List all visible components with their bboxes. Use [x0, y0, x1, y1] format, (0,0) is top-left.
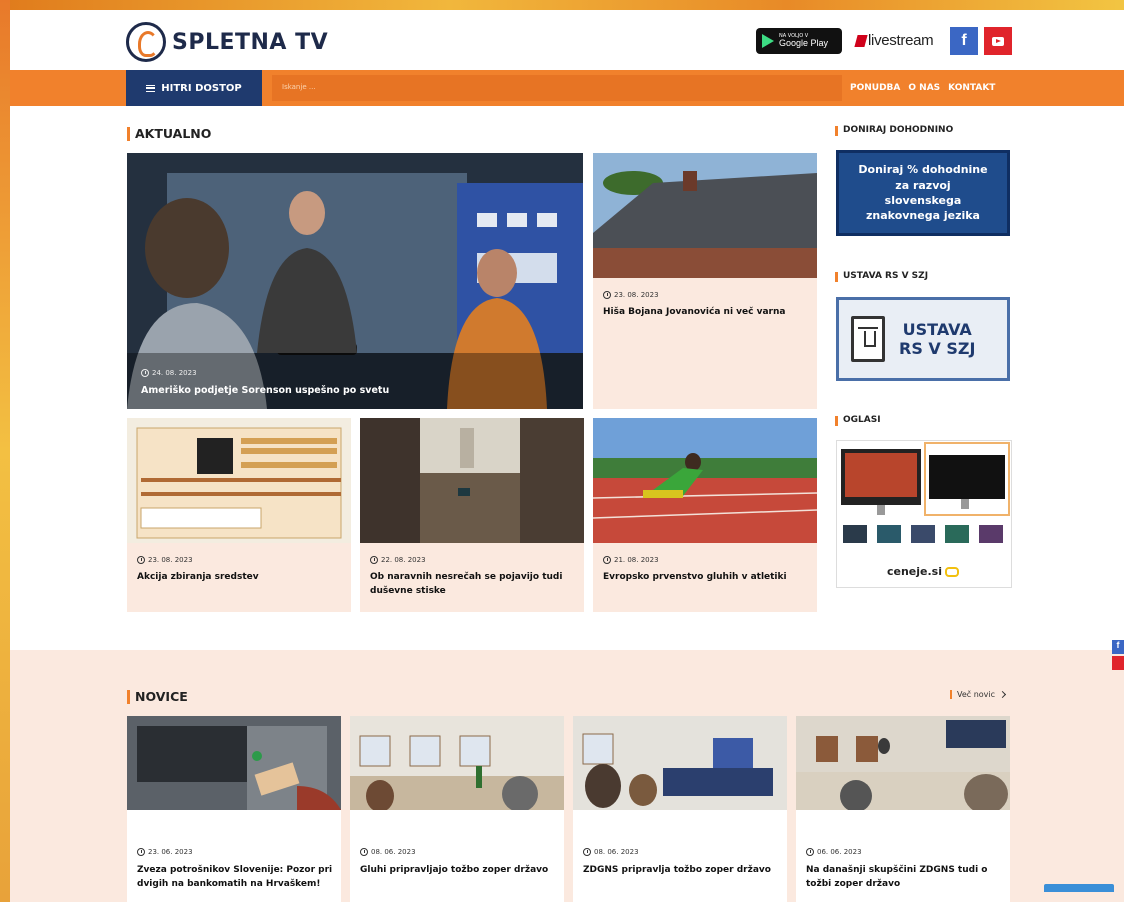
news-title[interactable]: ZDGNS pripravlja tožbo zoper državo	[583, 864, 779, 878]
section-title-doniraj: DONIRAJ DOHODNINO	[835, 125, 953, 136]
ear-logo-icon	[126, 22, 166, 62]
news-card[interactable]: 08. 06. 2023 ZDGNS pripravlja tožbo zope…	[573, 716, 787, 902]
livestream-icon	[854, 34, 868, 47]
youtube-icon[interactable]	[984, 27, 1012, 55]
article-date: 22. 08. 2023	[381, 556, 426, 564]
law-book-icon	[851, 316, 885, 362]
news-card[interactable]: 06. 06. 2023 Na današnji skupščini ZDGNS…	[796, 716, 1010, 902]
clock-icon	[137, 848, 145, 856]
ustava-line1: USTAVA	[902, 319, 972, 339]
menu-icon	[146, 84, 156, 92]
article-title[interactable]: Ob naravnih nesrečah se pojavijo tudi du…	[370, 571, 576, 598]
more-news-link[interactable]: Več novic	[950, 690, 1007, 699]
article-image	[593, 153, 817, 278]
news-title[interactable]: Na današnji skupščini ZDGNS tudi o tožbi…	[806, 864, 1002, 891]
side-facebook-icon[interactable]: f	[1112, 640, 1124, 654]
news-card[interactable]: 23. 06. 2023 Zveza potrošnikov Slovenije…	[127, 716, 341, 902]
news-date: 08. 06. 2023	[594, 848, 639, 856]
search-input[interactable]: Iskanje ...	[272, 75, 842, 101]
section-title-oglasi: OGLASI	[835, 415, 881, 426]
clock-icon	[141, 369, 149, 377]
side-youtube-icon[interactable]	[1112, 656, 1124, 670]
article-title[interactable]: Evropsko prvenstvo gluhih v atletiki	[603, 571, 809, 585]
nav-link-kontakt[interactable]: KONTAKT	[948, 83, 995, 93]
ustava-banner[interactable]: USTAVA RS V SZJ	[836, 297, 1010, 381]
livestream-link[interactable]: livestream	[854, 32, 934, 49]
article-card[interactable]: 21. 08. 2023 Evropsko prvenstvo gluhih v…	[593, 418, 817, 612]
quick-access-button[interactable]: HITRI DOSTOP	[126, 70, 262, 106]
article-card[interactable]: 23. 08. 2023 Hiša Bojana Jovanovića ni v…	[593, 153, 817, 409]
clock-icon	[370, 556, 378, 564]
article-card[interactable]: 23. 08. 2023 Akcija zbiranja sredstev	[127, 418, 351, 612]
speech-bubble-icon	[945, 566, 959, 577]
news-image	[573, 716, 787, 810]
play-store-icon	[762, 34, 774, 48]
logo-text: SPLETNA TV	[172, 29, 329, 55]
donate-text: Doniraj % dohodnine za razvoj slovenskeg…	[858, 163, 988, 223]
article-image	[360, 418, 584, 543]
main-navbar: HITRI DOSTOP Iskanje ... PONUDBA O NAS K…	[10, 70, 1124, 106]
news-card[interactable]: 08. 06. 2023 Gluhi pripravljajo tožbo zo…	[350, 716, 564, 902]
article-date: 23. 08. 2023	[148, 556, 193, 564]
ad-banner[interactable]: ceneje.si	[836, 440, 1012, 588]
news-title[interactable]: Zveza potrošnikov Slovenije: Pozor pri d…	[137, 864, 333, 891]
ceneje-logo: ceneje.si	[887, 565, 959, 578]
featured-article[interactable]: 24. 08. 2023 Ameriško podjetje Sorenson …	[127, 153, 583, 409]
ustava-line2: RS V SZJ	[899, 339, 976, 358]
nav-link-ponudba[interactable]: PONUDBA	[850, 83, 900, 93]
article-date: 24. 08. 2023	[152, 369, 197, 377]
article-title[interactable]: Hiša Bojana Jovanovića ni več varna	[603, 306, 809, 320]
article-image	[593, 418, 817, 543]
site-header: SPLETNA TV NA VOLJO V Google Play livest…	[10, 10, 1124, 70]
clock-icon	[583, 848, 591, 856]
donate-banner[interactable]: Doniraj % dohodnine za razvoj slovenskeg…	[836, 150, 1010, 236]
news-image	[350, 716, 564, 812]
decorative-border-left	[0, 0, 10, 902]
section-title-novice: NOVICE	[127, 690, 188, 704]
google-play-badge[interactable]: NA VOLJO V Google Play	[756, 28, 842, 54]
more-news-label: Več novic	[957, 690, 996, 699]
article-date: 23. 08. 2023	[614, 291, 659, 299]
clock-icon	[603, 556, 611, 564]
article-image	[127, 418, 351, 543]
bottom-corner-badge[interactable]	[1044, 884, 1114, 892]
article-date: 21. 08. 2023	[614, 556, 659, 564]
chevron-right-icon	[999, 690, 1007, 699]
nav-link-o-nas[interactable]: O NAS	[908, 83, 940, 93]
ad-image	[841, 442, 1010, 543]
quick-access-label: HITRI DOSTOP	[161, 82, 242, 94]
ceneje-text: ceneje.si	[887, 565, 942, 578]
news-image	[127, 716, 341, 810]
news-date: 23. 06. 2023	[148, 848, 193, 856]
section-title-aktualno: AKTUALNO	[127, 127, 211, 141]
article-title[interactable]: Ameriško podjetje Sorenson uspešno po sv…	[141, 385, 389, 396]
site-logo[interactable]: SPLETNA TV	[126, 22, 328, 62]
news-date: 06. 06. 2023	[817, 848, 862, 856]
facebook-icon[interactable]: f	[950, 27, 978, 55]
section-title-ustava: USTAVA RS V SZJ	[835, 271, 928, 282]
gplay-big-text: Google Play	[779, 38, 829, 48]
news-title[interactable]: Gluhi pripravljajo tožbo zoper državo	[360, 864, 556, 878]
article-title[interactable]: Akcija zbiranja sredstev	[137, 571, 343, 585]
clock-icon	[603, 291, 611, 299]
news-date: 08. 06. 2023	[371, 848, 416, 856]
page: SPLETNA TV NA VOLJO V Google Play livest…	[10, 10, 1124, 902]
clock-icon	[137, 556, 145, 564]
clock-icon	[360, 848, 368, 856]
news-image	[796, 716, 1010, 814]
clock-icon	[806, 848, 814, 856]
livestream-text: livestream	[868, 32, 934, 49]
article-card[interactable]: 22. 08. 2023 Ob naravnih nesrečah se poj…	[360, 418, 584, 612]
